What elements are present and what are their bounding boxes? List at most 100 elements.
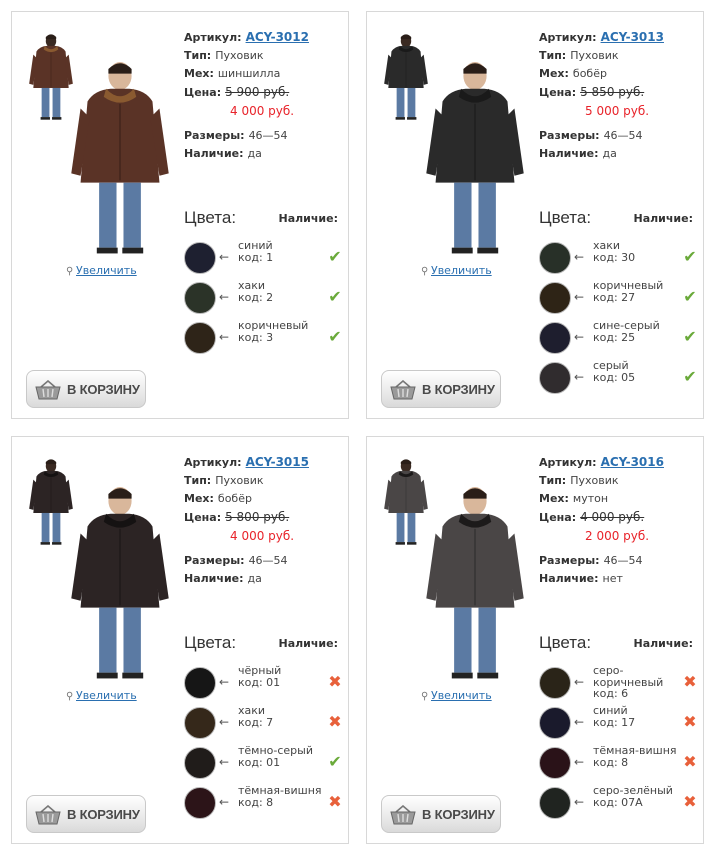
type-label: Тип: — [184, 49, 212, 62]
fur-value: бобёр — [572, 67, 607, 80]
front-view-image[interactable] — [62, 56, 178, 256]
product-photos[interactable] — [375, 449, 533, 681]
color-label: серо-зелёный код: 07А — [593, 785, 681, 808]
color-label: коричневый код: 27 — [593, 280, 681, 303]
color-label: хаки код: 30 — [593, 240, 681, 263]
color-label: хаки код: 2 — [238, 280, 326, 303]
availability-heading: Наличие: — [278, 637, 338, 650]
color-option: ← серый код: 05 ✔ — [539, 360, 699, 400]
color-swatch[interactable] — [539, 787, 571, 819]
color-label: синий код: 1 — [238, 240, 326, 263]
product-card: ⚲ Увеличить Артикул: ACY-3016 Тип: Пуховик … — [366, 436, 704, 844]
sku-link[interactable]: ACY-3015 — [246, 455, 309, 469]
sku-link[interactable]: ACY-3013 — [601, 30, 664, 44]
zoom-label: Увеличить — [431, 689, 492, 702]
zoom-link[interactable]: ⚲ Увеличить — [66, 689, 137, 702]
color-swatch[interactable] — [539, 282, 571, 314]
color-swatch[interactable] — [184, 707, 216, 739]
color-swatch[interactable] — [184, 747, 216, 779]
add-to-cart-label: В КОРЗИНУ — [67, 807, 140, 822]
old-price: 5 850 руб. — [580, 85, 645, 99]
fur-value: шиншилла — [217, 67, 281, 80]
arrow-left-icon: ← — [219, 290, 230, 304]
color-swatch[interactable] — [184, 787, 216, 819]
sizes-value: 46—54 — [603, 554, 643, 567]
color-swatch[interactable] — [539, 322, 571, 354]
color-name: тёмная-вишня — [238, 784, 322, 797]
color-label: коричневый код: 3 — [238, 320, 326, 343]
old-price: 4 000 руб. — [580, 510, 645, 524]
colors-heading: Цвета: — [539, 208, 592, 227]
color-swatch[interactable] — [184, 322, 216, 354]
add-to-cart-button[interactable]: В КОРЗИНУ — [26, 795, 146, 833]
product-photos[interactable] — [20, 449, 178, 681]
product-photos[interactable] — [20, 24, 178, 256]
price-label: Цена: — [184, 511, 222, 524]
color-label: серый код: 05 — [593, 360, 681, 383]
color-code: код: 1 — [238, 250, 274, 264]
add-to-cart-label: В КОРЗИНУ — [422, 807, 495, 822]
color-label: чёрный код: 01 — [238, 665, 326, 688]
arrow-left-icon: ← — [574, 330, 585, 344]
color-swatch[interactable] — [539, 707, 571, 739]
fur-label: Мех: — [184, 67, 214, 80]
stock-label: Наличие: — [184, 572, 244, 585]
sizes-label: Размеры: — [539, 129, 600, 142]
cross-icon: ✖ — [328, 792, 342, 811]
product-photos[interactable] — [375, 24, 533, 256]
sku-label: Артикул: — [184, 31, 242, 44]
zoom-link[interactable]: ⚲ Увеличить — [421, 264, 492, 277]
color-swatch[interactable] — [184, 282, 216, 314]
new-price: 4 000 руб. — [230, 529, 295, 543]
arrow-left-icon: ← — [574, 370, 585, 384]
color-option: ← синий код: 17 ✖ — [539, 705, 699, 745]
add-to-cart-button[interactable]: В КОРЗИНУ — [381, 795, 501, 833]
color-option: ← хаки код: 30 ✔ — [539, 240, 699, 280]
old-price: 5 800 руб. — [225, 510, 290, 524]
color-swatch[interactable] — [184, 667, 216, 699]
color-label: тёмная-вишня код: 8 — [238, 785, 326, 808]
product-info: Артикул: ACY-3012 Тип: Пуховик Мех: шиншилл… — [184, 28, 344, 163]
color-swatch[interactable] — [184, 242, 216, 274]
color-swatch[interactable] — [539, 667, 571, 699]
arrow-left-icon: ← — [219, 795, 230, 809]
color-option: ← синий код: 1 ✔ — [184, 240, 344, 280]
color-name: хаки — [593, 239, 621, 252]
sku-link[interactable]: ACY-3012 — [246, 30, 309, 44]
sku-label: Артикул: — [184, 456, 242, 469]
add-to-cart-label: В КОРЗИНУ — [422, 382, 495, 397]
color-label: тёмная-вишня код: 8 — [593, 745, 681, 768]
color-label: тёмно-серый код: 01 — [238, 745, 326, 768]
color-swatch[interactable] — [539, 362, 571, 394]
add-to-cart-button[interactable]: В КОРЗИНУ — [381, 370, 501, 408]
color-option: ← чёрный код: 01 ✖ — [184, 665, 344, 705]
colors-heading: Цвета: — [539, 633, 592, 652]
front-view-image[interactable] — [417, 56, 533, 256]
checkmark-icon: ✔ — [328, 327, 342, 346]
color-name: чёрный — [238, 664, 282, 677]
front-view-image[interactable] — [417, 481, 533, 681]
color-name: хаки — [238, 704, 266, 717]
front-view-image[interactable] — [62, 481, 178, 681]
availability-heading: Наличие: — [633, 212, 693, 225]
color-swatch[interactable] — [539, 747, 571, 779]
sizes-value: 46—54 — [603, 129, 643, 142]
sku-label: Артикул: — [539, 31, 597, 44]
zoom-label: Увеличить — [76, 264, 137, 277]
colors-heading: Цвета: — [184, 208, 237, 227]
sku-link[interactable]: ACY-3016 — [601, 455, 664, 469]
zoom-link[interactable]: ⚲ Увеличить — [421, 689, 492, 702]
zoom-link[interactable]: ⚲ Увеличить — [66, 264, 137, 277]
cross-icon: ✖ — [683, 792, 697, 811]
type-value: Пуховик — [215, 49, 264, 62]
checkmark-icon: ✔ — [683, 287, 697, 306]
stock-label: Наличие: — [539, 147, 599, 160]
color-name: синий — [593, 704, 628, 717]
fur-label: Мех: — [539, 67, 569, 80]
color-swatch[interactable] — [539, 242, 571, 274]
arrow-left-icon: ← — [219, 755, 230, 769]
arrow-left-icon: ← — [574, 250, 585, 264]
color-option: ← тёмная-вишня код: 8 ✖ — [184, 785, 344, 825]
add-to-cart-button[interactable]: В КОРЗИНУ — [26, 370, 146, 408]
color-code: код: 7 — [238, 715, 274, 729]
